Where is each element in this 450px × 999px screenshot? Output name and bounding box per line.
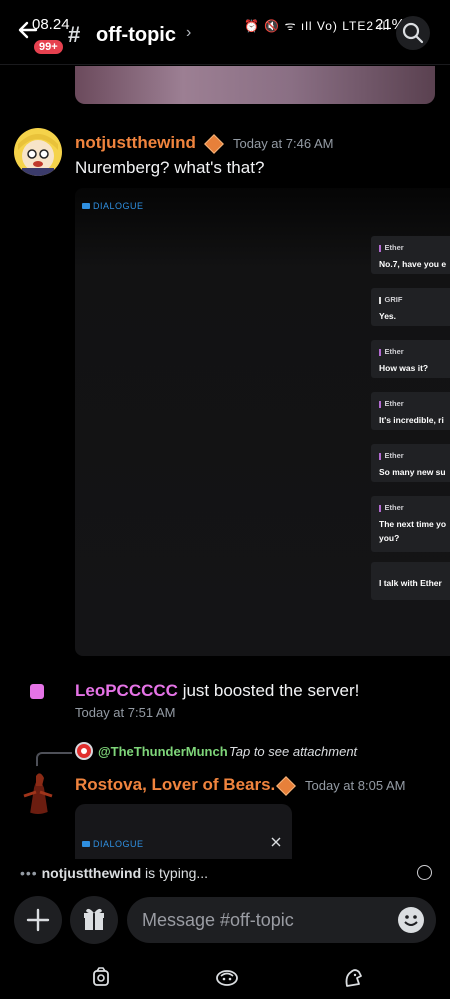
- slowmode-timer-icon: [417, 865, 432, 880]
- boost-text: just boosted the server!: [182, 681, 360, 700]
- dialogue-tag-label: DIALOGUE: [93, 839, 144, 849]
- dialogue-speaker: Ether: [384, 399, 404, 408]
- message-username[interactable]: notjustthewind: [75, 133, 196, 153]
- booster-gem-icon: [276, 776, 296, 796]
- dialogue-tag: DIALOGUE: [82, 839, 144, 849]
- reply-mention[interactable]: @TheThunderMunch: [98, 744, 228, 759]
- previous-image-attachment[interactable]: [75, 66, 435, 104]
- typing-dots-icon: •••: [20, 865, 38, 881]
- dialogue-line: Ether It's incredible, ri: [371, 392, 450, 430]
- plus-icon: [26, 908, 50, 932]
- message-timestamp: Today at 7:46 AM: [233, 136, 334, 151]
- dialogue-tag-label: DIALOGUE: [93, 201, 144, 211]
- dialogue-tag: DIALOGUE: [82, 201, 144, 211]
- channel-hash-icon: #: [68, 22, 81, 47]
- search-icon: [402, 22, 424, 44]
- add-attachment-button[interactable]: [14, 896, 62, 944]
- booster-gem-icon: [204, 134, 224, 154]
- message-username[interactable]: Rostova, Lover of Bears.: [75, 775, 275, 795]
- reply-attachment-hint[interactable]: Tap to see attachment: [229, 744, 357, 759]
- typing-suffix: is typing...: [141, 865, 209, 881]
- dialogue-line: Ether The next time yo you?: [371, 496, 450, 552]
- avatar-image: [14, 766, 62, 814]
- dialogue-text: So many new su: [379, 467, 446, 477]
- dialogue-speaker: GRIF: [384, 295, 403, 304]
- status-icons: ⏰ 🔇 ᯤ ıll Vo) LTE2 ıll: [244, 19, 390, 33]
- close-embed-button[interactable]: [270, 835, 282, 853]
- dialogue-text: No.7, have you e: [379, 259, 447, 269]
- boost-username[interactable]: LeoPCCCCC: [75, 681, 178, 700]
- typing-indicator: ••• notjustthewind is typing...: [20, 865, 208, 881]
- notifications-icon: [216, 970, 238, 986]
- profile-icon: [345, 969, 362, 987]
- gift-icon: [84, 908, 104, 930]
- dialogue-embed[interactable]: DIALOGUE: [75, 804, 292, 859]
- unread-badge: 99+: [32, 38, 65, 56]
- home-icon: [93, 967, 109, 986]
- dialogue-line: Ether So many new su: [371, 444, 450, 482]
- dialogue-text: The next time yo you?: [379, 519, 447, 543]
- search-button[interactable]: [396, 16, 430, 50]
- chevron-right-icon[interactable]: ›: [186, 24, 191, 42]
- dialogue-choice: I talk with Ether: [371, 562, 450, 600]
- boost-icon: [30, 684, 44, 699]
- header-divider: [0, 64, 450, 65]
- typing-user: notjustthewind: [41, 865, 142, 881]
- emoji-icon: [404, 915, 418, 926]
- chat-bubble-icon: [82, 203, 90, 209]
- dialogue-text: I talk with Ether: [379, 578, 442, 588]
- channel-name[interactable]: off-topic: [96, 24, 176, 47]
- nav-home[interactable]: [91, 966, 111, 993]
- dialogue-line: GRIF Yes.: [371, 288, 450, 326]
- dialogue-text: It's incredible, ri: [379, 415, 444, 425]
- boost-message: LeoPCCCCC just boosted the server!: [75, 681, 359, 701]
- avatar[interactable]: [14, 766, 62, 814]
- dialogue-speaker: Ether: [384, 243, 404, 252]
- message-text: Nuremberg? what's that?: [75, 158, 265, 177]
- avatar[interactable]: [14, 128, 62, 176]
- dialogue-line: Ether No.7, have you e: [371, 236, 450, 274]
- close-icon: [271, 837, 281, 847]
- dialogue-text: Yes.: [379, 311, 397, 321]
- dialogue-speaker: Ether: [384, 451, 404, 460]
- reply-avatar: [75, 742, 93, 760]
- message-timestamp: Today at 8:05 AM: [305, 778, 406, 793]
- boost-timestamp: Today at 7:51 AM: [75, 705, 176, 720]
- emoji-button[interactable]: [398, 907, 424, 933]
- nav-profile[interactable]: [343, 966, 363, 993]
- chat-bubble-icon: [82, 841, 90, 847]
- dialogue-speaker: Ether: [384, 347, 404, 356]
- dialogue-line: Ether How was it?: [371, 340, 450, 378]
- dialogue-speaker: Ether: [384, 503, 404, 512]
- avatar-image: [14, 128, 62, 176]
- message-input-placeholder[interactable]: Message #off-topic: [142, 910, 294, 931]
- dialogue-text: How was it?: [379, 363, 429, 373]
- gift-button[interactable]: [70, 896, 118, 944]
- dialogue-embed[interactable]: DIALOGUE Ether No.7, have you e GRIF Yes…: [75, 188, 450, 656]
- nav-notifications[interactable]: [215, 967, 239, 992]
